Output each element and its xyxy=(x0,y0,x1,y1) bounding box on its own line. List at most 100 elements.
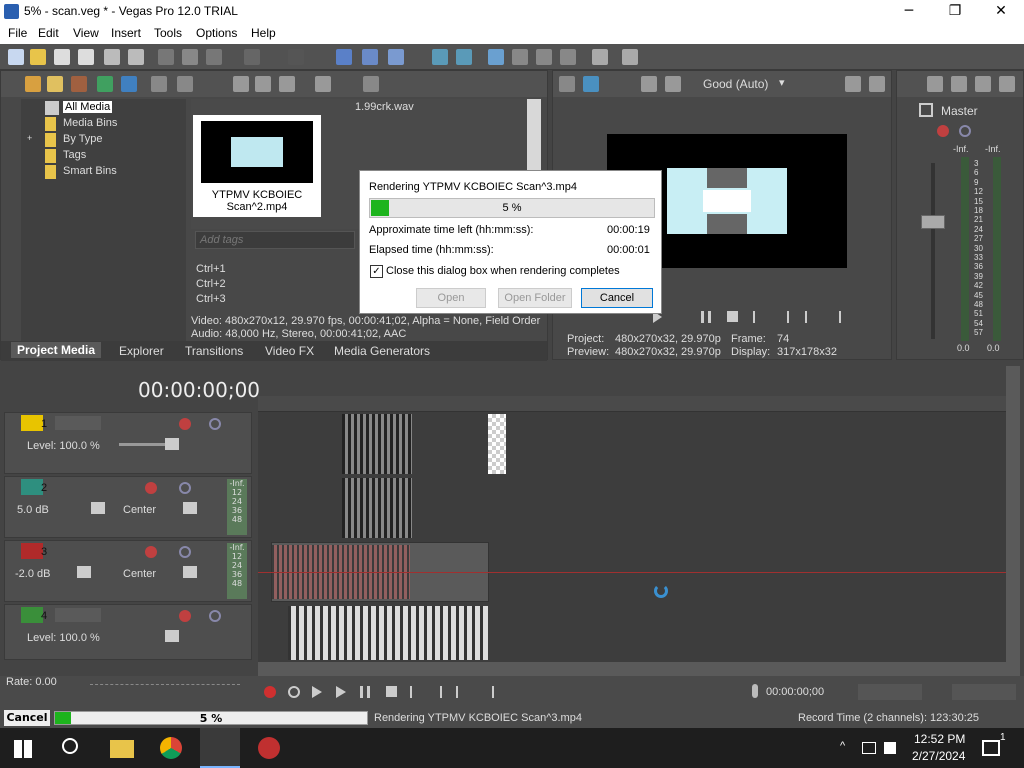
tools-icon[interactable] xyxy=(592,49,608,65)
timeline-vscroll[interactable] xyxy=(1006,366,1020,662)
cancel-button[interactable]: Cancel xyxy=(581,288,653,308)
menu-edit[interactable]: Edit xyxy=(38,26,59,40)
loop-icon[interactable] xyxy=(288,686,300,698)
audio-clip-track2[interactable] xyxy=(342,478,412,538)
level-slider-thumb[interactable] xyxy=(165,630,179,642)
envelope-icon[interactable] xyxy=(456,49,472,65)
cancel-render-button[interactable]: Cancel xyxy=(4,710,50,726)
external-monitor-icon[interactable] xyxy=(583,76,599,92)
help-icon[interactable] xyxy=(622,49,638,65)
master-mute-icon[interactable] xyxy=(959,125,971,137)
copy-icon[interactable] xyxy=(182,49,198,65)
preview-frame-back-icon[interactable] xyxy=(805,311,819,323)
volume-slider-thumb[interactable] xyxy=(91,502,105,514)
zoom-edit-icon[interactable] xyxy=(560,49,576,65)
volume-slider-thumb[interactable] xyxy=(77,566,91,578)
cut-icon[interactable] xyxy=(158,49,174,65)
properties-icon[interactable] xyxy=(128,49,144,65)
mute-icon[interactable] xyxy=(179,546,191,558)
chrome-icon[interactable] xyxy=(160,737,182,759)
chevron-down-icon[interactable]: ▾ xyxy=(779,76,785,89)
web-icon[interactable] xyxy=(121,76,137,92)
timeline-hscroll[interactable] xyxy=(258,662,1020,676)
stop-icon[interactable] xyxy=(255,76,271,92)
fx-icon[interactable] xyxy=(179,610,191,622)
preview-quality-dropdown[interactable]: Good (Auto) xyxy=(703,77,768,91)
tree-tags[interactable]: Tags xyxy=(63,149,86,161)
save-snapshot-icon[interactable] xyxy=(869,76,885,92)
menu-options[interactable]: Options xyxy=(196,26,237,40)
paste-icon[interactable] xyxy=(206,49,222,65)
render-icon[interactable] xyxy=(104,49,120,65)
track-header-2[interactable]: 2 5.0 dB Center -Inf. 12 24 36 48 xyxy=(4,476,252,538)
go-to-start-icon[interactable] xyxy=(410,686,420,698)
dim-icon[interactable] xyxy=(975,76,991,92)
search-icon[interactable] xyxy=(62,738,78,754)
track-header-3[interactable]: 3 -2.0 dB Center -Inf. 12 24 36 48 xyxy=(4,540,252,602)
preview-properties-icon[interactable] xyxy=(559,76,575,92)
record-icon[interactable] xyxy=(264,686,276,698)
tab-media-generators[interactable]: Media Generators xyxy=(334,344,430,358)
tree-by-type[interactable]: By Type xyxy=(63,133,103,145)
level-slider-thumb[interactable] xyxy=(165,438,179,450)
media-file-header[interactable]: 1.99crk.wav xyxy=(355,101,414,113)
tab-video-fx[interactable]: Video FX xyxy=(265,344,314,358)
mixer-icon[interactable] xyxy=(927,76,943,92)
notification-icon[interactable] xyxy=(982,740,1000,756)
play-from-start-icon[interactable] xyxy=(312,686,322,698)
save-as-icon[interactable] xyxy=(78,49,94,65)
tags-input[interactable]: Add tags xyxy=(195,231,355,249)
redo-icon[interactable] xyxy=(288,49,304,65)
mute-icon[interactable] xyxy=(209,610,221,622)
media-properties-icon[interactable] xyxy=(177,76,193,92)
tab-project-media[interactable]: Project Media xyxy=(11,342,102,358)
mute-icon[interactable] xyxy=(179,482,191,494)
close-button[interactable]: ✕ xyxy=(978,0,1024,24)
fx-icon[interactable] xyxy=(145,546,157,558)
preview-pause-icon[interactable] xyxy=(701,311,711,323)
next-frame-icon[interactable] xyxy=(480,686,494,698)
render-app-icon[interactable] xyxy=(258,737,280,759)
split-screen-icon[interactable] xyxy=(641,76,657,92)
video-clip-track1[interactable] xyxy=(342,414,412,474)
go-to-end-icon[interactable] xyxy=(432,686,442,698)
open-folder-button[interactable]: Open Folder xyxy=(498,288,572,308)
menu-file[interactable]: File xyxy=(8,26,27,40)
track-name-field[interactable] xyxy=(55,608,101,622)
vegas-taskbar-icon[interactable] xyxy=(200,728,240,768)
preview-prev-icon[interactable] xyxy=(753,311,763,323)
auto-preview-icon[interactable] xyxy=(279,76,295,92)
lock-icon[interactable] xyxy=(432,49,448,65)
minimize-button[interactable]: ─ xyxy=(886,0,932,24)
capture-icon[interactable] xyxy=(71,76,87,92)
pan-slider-thumb[interactable] xyxy=(183,502,197,514)
file-explorer-icon[interactable] xyxy=(110,740,134,758)
import-media-icon[interactable] xyxy=(47,76,63,92)
rate-slider[interactable] xyxy=(90,684,240,685)
selection-edit-icon[interactable] xyxy=(536,49,552,65)
menu-insert[interactable]: Insert xyxy=(111,26,141,40)
downmix-icon[interactable] xyxy=(951,76,967,92)
stop-icon[interactable] xyxy=(386,686,397,697)
menu-tools[interactable]: Tools xyxy=(154,26,182,40)
ripple-icon[interactable] xyxy=(388,49,404,65)
search-icon[interactable] xyxy=(363,76,379,92)
views-icon[interactable] xyxy=(315,76,331,92)
fx-icon[interactable] xyxy=(145,482,157,494)
maximize-button[interactable]: ❐ xyxy=(932,0,978,24)
overlays-icon[interactable] xyxy=(665,76,681,92)
undo-icon[interactable] xyxy=(244,49,260,65)
effects-icon[interactable] xyxy=(25,76,41,92)
network-icon[interactable] xyxy=(862,742,876,754)
track-header-1[interactable]: 1 Level: 100.0 % xyxy=(4,412,252,474)
open-button[interactable]: Open xyxy=(416,288,486,308)
fx-icon[interactable] xyxy=(179,418,191,430)
expand-icon[interactable]: + xyxy=(27,133,32,143)
track-name-field[interactable] xyxy=(55,416,101,430)
play-icon[interactable] xyxy=(233,76,249,92)
save-icon[interactable] xyxy=(54,49,70,65)
tree-all-media[interactable]: All Media xyxy=(63,101,113,113)
snap-icon[interactable] xyxy=(336,49,352,65)
pan-slider-thumb[interactable] xyxy=(183,566,197,578)
track-header-4[interactable]: 4 Level: 100.0 % xyxy=(4,604,252,660)
